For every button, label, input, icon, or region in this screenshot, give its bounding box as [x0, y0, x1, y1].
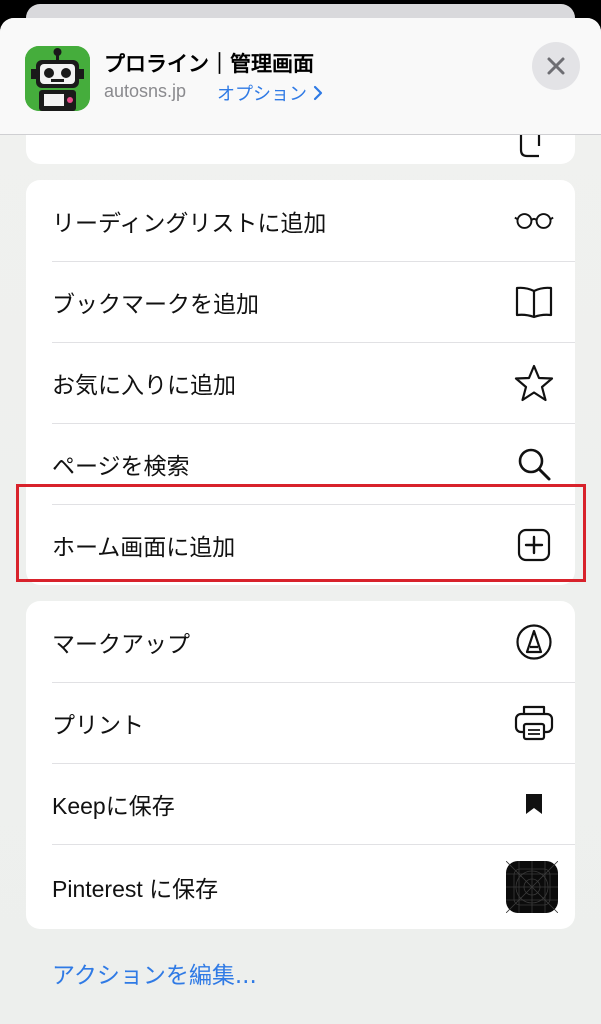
separator [52, 342, 575, 343]
copy-icon [519, 135, 541, 158]
separator [52, 423, 575, 424]
robot-logo-icon [25, 46, 90, 111]
markup-pen-icon [514, 622, 554, 662]
row-label: リーディングリストに追加 [52, 210, 327, 237]
row-label: お気に入りに追加 [52, 372, 236, 399]
options-link[interactable]: オプション [217, 80, 323, 106]
separator [52, 261, 575, 262]
search-icon [514, 444, 554, 484]
add-bookmark-row[interactable]: ブックマークを追加 [26, 261, 575, 342]
book-icon [514, 282, 554, 322]
row-label: Pinterest に保存 [52, 875, 219, 902]
edit-actions-link[interactable]: アクションを編集... [52, 956, 257, 990]
page-domain: autosns.jp [104, 81, 187, 101]
row-label: Keepに保存 [52, 792, 175, 819]
pinterest-app-icon [506, 860, 558, 913]
bookmark-icon [514, 784, 554, 824]
star-icon [514, 363, 554, 403]
print-row[interactable]: プリント [26, 682, 575, 763]
options-label: オプション [217, 84, 307, 105]
close-icon [547, 57, 565, 75]
markup-row[interactable]: マークアップ [26, 601, 575, 682]
separator [52, 682, 575, 683]
pinterest-save-row[interactable]: Pinterest に保存 [26, 844, 575, 929]
chevron-right-icon [313, 85, 323, 101]
reading-list-row[interactable]: リーディングリストに追加 [26, 180, 575, 261]
row-label: ページを検索 [52, 453, 190, 480]
action-group-2: マークアップ プリント Keepに保存 Pinterest に保存 [26, 601, 575, 929]
row-label: プリント [52, 712, 144, 739]
glasses-icon [514, 201, 554, 241]
share-header: プロライン｜管理画面 autosns.jp オプション [0, 18, 601, 135]
separator [52, 763, 575, 764]
highlight-box [16, 484, 586, 582]
separator [52, 844, 575, 845]
row-label: マークアップ [52, 631, 190, 658]
keep-save-row[interactable]: Keepに保存 [26, 763, 575, 844]
page-title: プロライン｜管理画面 [104, 52, 314, 76]
close-button[interactable] [532, 42, 580, 90]
printer-icon [514, 703, 554, 743]
row-label: ブックマークを追加 [52, 291, 259, 318]
add-favorite-row[interactable]: お気に入りに追加 [26, 342, 575, 423]
